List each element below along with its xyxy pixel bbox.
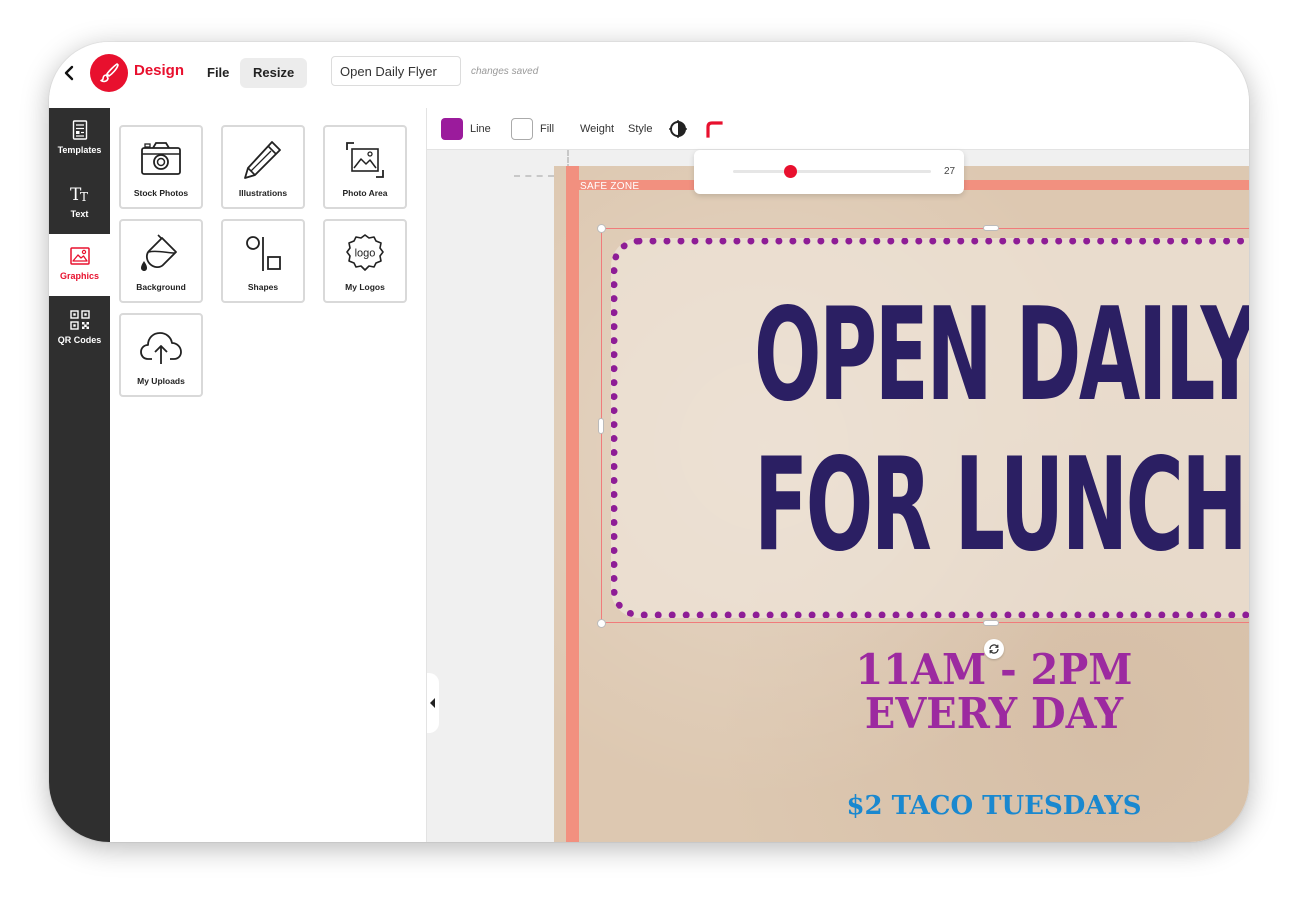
style-button[interactable]: Style: [628, 123, 652, 135]
sidebar-item-label: QR Codes: [57, 335, 102, 345]
corner-radius-button[interactable]: [705, 120, 723, 138]
save-status: changes saved: [471, 66, 539, 77]
opacity-icon: [669, 120, 687, 138]
svg-text:T: T: [80, 190, 88, 204]
sidebar-item-label: Text: [70, 209, 89, 219]
file-menu[interactable]: File: [198, 58, 238, 88]
resize-handle-bottom-left[interactable]: [597, 619, 606, 628]
promo-text[interactable]: $2 TACO TUESDAYS: [554, 791, 1249, 821]
tile-label: My Uploads: [137, 376, 185, 386]
hours-line-2: EVERY DAY: [864, 689, 1124, 738]
sidebar: Templates T T Text Graphics QR Codes: [49, 108, 110, 842]
resize-handle-top-left[interactable]: [597, 224, 606, 233]
safe-zone-border: [566, 166, 579, 842]
paint-bucket-icon: [141, 234, 177, 271]
collapse-panel-button[interactable]: [427, 673, 439, 733]
templates-icon: [72, 120, 87, 140]
fill-label[interactable]: Fill: [540, 123, 554, 135]
hours-line-1: 11AM - 2PM: [855, 645, 1133, 694]
stock-photos-tile[interactable]: Stock Photos: [119, 125, 203, 209]
background-tile[interactable]: Background: [119, 219, 203, 303]
weight-slider-popover: 27: [694, 150, 964, 194]
logo-badge-icon: logo: [346, 234, 384, 271]
shapes-icon: [246, 236, 281, 271]
tile-label: Illustrations: [238, 188, 288, 198]
sidebar-item-text[interactable]: T T Text: [49, 172, 110, 234]
tile-label: Stock Photos: [133, 188, 189, 198]
tile-label: My Logos: [345, 282, 385, 292]
sidebar-item-qr-codes[interactable]: QR Codes: [49, 298, 110, 360]
resize-handle-left[interactable]: [598, 418, 604, 434]
app-window: Design File Resize Open Daily Flyer chan…: [49, 42, 1249, 842]
weight-slider-thumb[interactable]: [783, 165, 797, 178]
photo-area-tile[interactable]: Photo Area: [323, 125, 407, 209]
sidebar-item-label: Templates: [57, 145, 102, 155]
graphics-panel: Stock Photos Illustrations Photo Area Ba…: [110, 108, 426, 842]
sidebar-item-graphics[interactable]: Graphics: [49, 234, 110, 296]
line-color-swatch[interactable]: [441, 118, 463, 140]
text-icon: T T: [70, 185, 88, 204]
illustrations-tile[interactable]: Illustrations: [221, 125, 305, 209]
line-label[interactable]: Line: [470, 123, 491, 135]
corner-radius-icon: [706, 121, 723, 138]
top-bar: Design File Resize Open Daily Flyer chan…: [49, 42, 1249, 108]
weight-value: 27: [944, 166, 956, 177]
resize-handle-top[interactable]: [983, 225, 999, 231]
weight-slider-track[interactable]: [733, 170, 931, 173]
logo-badge-text: logo: [355, 248, 376, 260]
shapes-tile[interactable]: Shapes: [221, 219, 305, 303]
pencil-icon: [244, 141, 281, 179]
qr-code-icon: [69, 310, 90, 330]
weight-button[interactable]: Weight: [580, 123, 614, 135]
camera-icon: [141, 142, 181, 175]
paintbrush-icon: [100, 63, 119, 83]
brand-logo[interactable]: [90, 54, 128, 92]
photo-area-icon: [346, 142, 384, 178]
resize-handle-bottom[interactable]: [983, 620, 999, 626]
graphics-icon: [69, 247, 90, 265]
ruler-guide: [514, 175, 554, 177]
safe-zone-label: SAFE ZONE: [580, 181, 640, 192]
caret-left-icon: [430, 698, 435, 708]
opacity-button[interactable]: [669, 120, 687, 138]
resize-button[interactable]: Resize: [240, 58, 308, 88]
chevron-left-icon: [64, 65, 74, 81]
sidebar-item-templates[interactable]: Templates: [49, 108, 110, 170]
my-logos-tile[interactable]: logo My Logos: [323, 219, 407, 303]
canvas-area: SAFE ZONE OPEN DAILY FOR LUNCH! 11AM - 2…: [426, 108, 1249, 842]
my-uploads-tile[interactable]: My Uploads: [119, 313, 203, 397]
back-button[interactable]: [59, 61, 79, 85]
selection-box: [601, 228, 1249, 623]
document-name-input[interactable]: Open Daily Flyer: [331, 56, 461, 86]
brand-title: Design: [134, 62, 185, 79]
flyer-page[interactable]: SAFE ZONE OPEN DAILY FOR LUNCH! 11AM - 2…: [554, 166, 1249, 842]
tile-label: Shapes: [247, 282, 279, 292]
tile-label: Photo Area: [342, 188, 388, 198]
tile-label: Background: [136, 282, 186, 292]
fill-color-swatch[interactable]: [511, 118, 533, 140]
hours-text[interactable]: 11AM - 2PM EVERY DAY: [576, 648, 1249, 736]
sidebar-item-label: Graphics: [59, 271, 99, 281]
cloud-upload-icon: [140, 332, 182, 364]
shape-toolbar: Line Fill Weight Style: [427, 108, 1249, 150]
